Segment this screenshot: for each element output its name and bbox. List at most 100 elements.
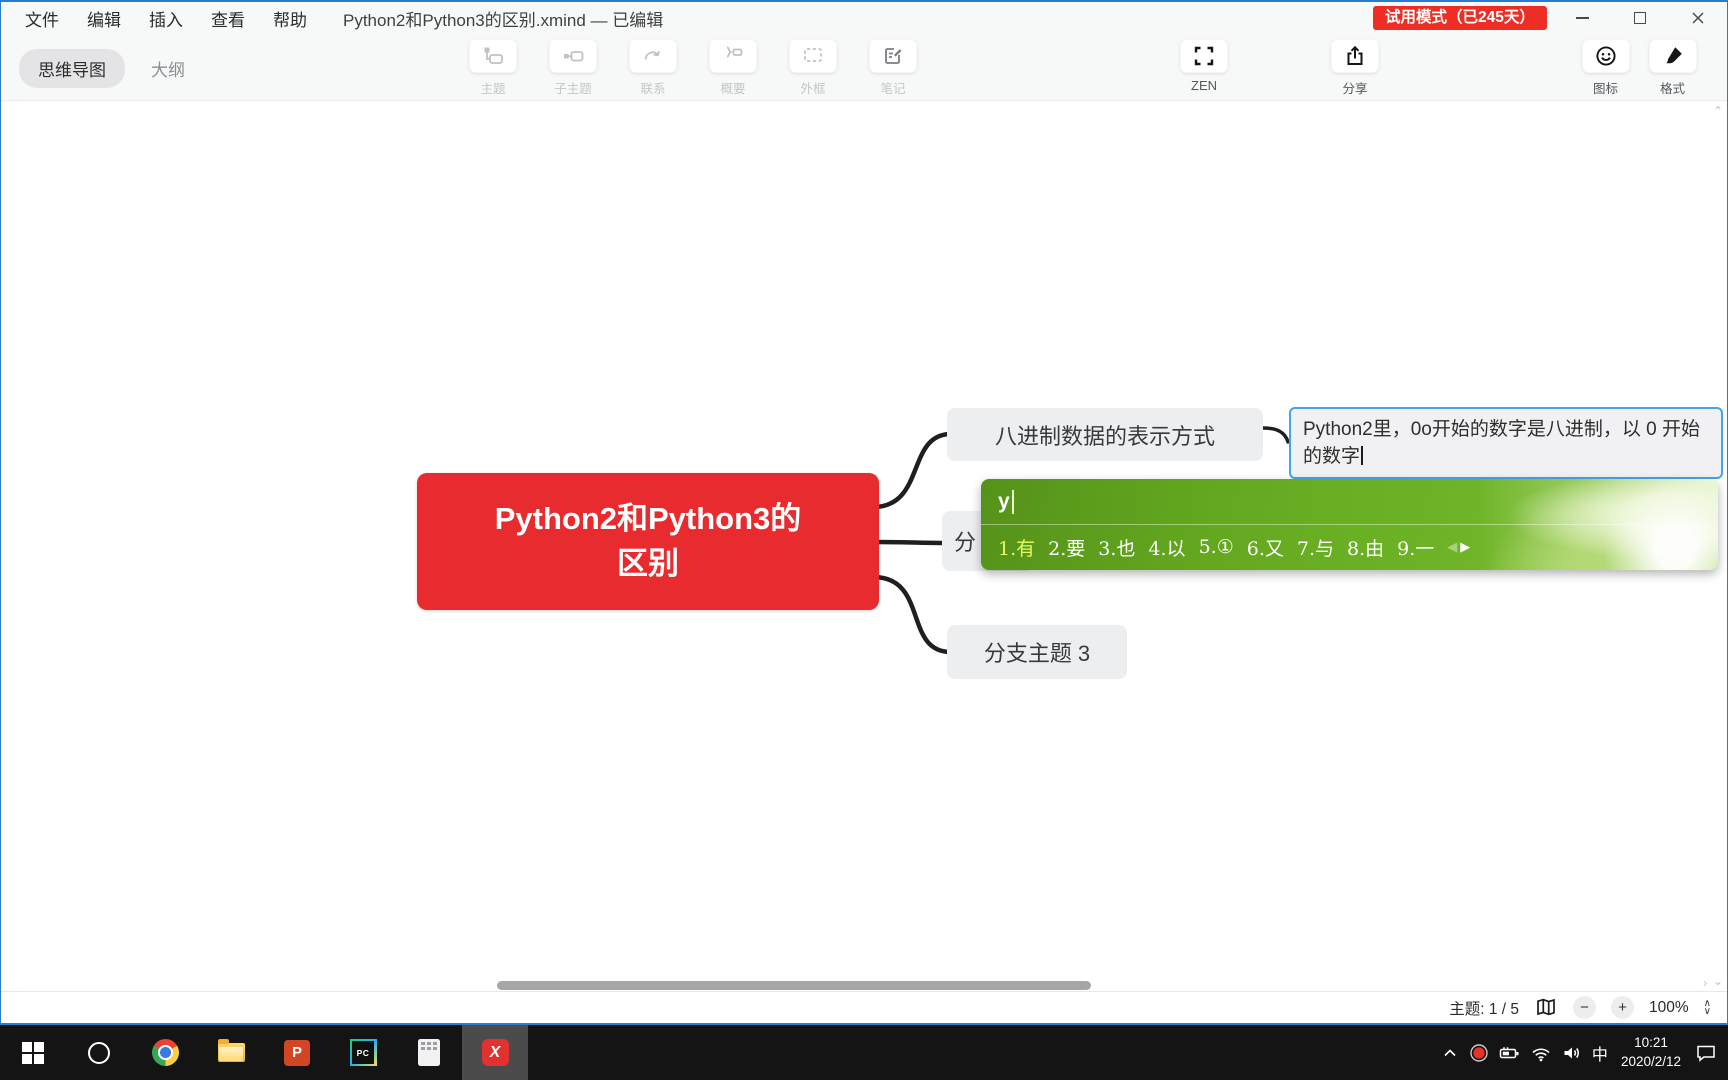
tool-group-panels: 图标 格式 xyxy=(1572,39,1706,97)
ime-candidate-6[interactable]: 6.又 xyxy=(1247,534,1284,561)
tray-battery[interactable] xyxy=(1498,1043,1521,1063)
trial-mode-badge[interactable]: 试用模式（已245天） xyxy=(1373,6,1547,30)
share-button[interactable]: 分享 xyxy=(1315,39,1395,97)
window-controls xyxy=(1553,2,1727,34)
taskbar-clock[interactable]: 10:21 2020/2/12 xyxy=(1617,1034,1685,1070)
zoom-select[interactable]: ∧ ∨ xyxy=(1704,998,1711,1016)
scroll-right-icon[interactable]: › xyxy=(1703,977,1707,989)
minimize-button[interactable] xyxy=(1553,2,1611,34)
format-button[interactable]: 格式 xyxy=(1639,39,1706,97)
map-overview-icon[interactable] xyxy=(1534,996,1558,1020)
cortana-icon xyxy=(88,1041,110,1064)
maximize-button[interactable] xyxy=(1611,2,1669,34)
tray-recorder[interactable] xyxy=(1469,1043,1489,1063)
icon-marker-button[interactable]: 图标 xyxy=(1572,39,1639,97)
scroll-down-icon[interactable]: ⌄ xyxy=(1713,975,1723,987)
zoom-out-button[interactable]: − xyxy=(1573,996,1597,1019)
note-text-line2: 的数字 xyxy=(1303,446,1361,467)
ime-candidate-1[interactable]: 1.有 xyxy=(998,534,1035,561)
relationship-button[interactable]: 联系 xyxy=(613,39,693,97)
menu-insert[interactable]: 插入 xyxy=(135,6,197,31)
action-center-button[interactable] xyxy=(1694,1042,1718,1064)
menu-help[interactable]: 帮助 xyxy=(259,6,321,31)
subtopic-icon xyxy=(564,51,584,62)
tray-show-hidden-icons[interactable] xyxy=(1440,1043,1460,1063)
topic-button[interactable]: 主题 xyxy=(453,39,533,97)
wifi-icon xyxy=(1532,1048,1550,1061)
ime-candidate-4[interactable]: 4.以 xyxy=(1148,534,1185,561)
relationship-icon xyxy=(644,50,660,60)
ime-candidate-3[interactable]: 3.也 xyxy=(1098,534,1135,561)
zen-label: ZEN xyxy=(1191,78,1217,93)
menu-edit[interactable]: 编辑 xyxy=(73,6,135,31)
tray-volume[interactable] xyxy=(1561,1043,1583,1063)
subtopic-button[interactable]: 子主题 xyxy=(533,39,613,97)
scroll-up-icon[interactable]: ⌃ xyxy=(1713,105,1723,117)
branch-3-label: 分支主题 3 xyxy=(983,641,1091,666)
boundary-label: 外框 xyxy=(800,82,826,96)
ime-composition-row: y xyxy=(981,479,1718,524)
branch-topic-3[interactable]: 分支主题 3 xyxy=(947,625,1127,679)
boundary-button[interactable]: 外框 xyxy=(773,39,853,97)
document-title: Python2和Python3的区别.xmind — 已编辑 xyxy=(343,10,664,30)
zen-button[interactable]: ZEN xyxy=(1164,39,1244,93)
notes-button[interactable]: 笔记 xyxy=(853,39,933,97)
ime-next-page-icon[interactable]: ▶ xyxy=(1460,540,1470,555)
edit-caret xyxy=(1361,446,1363,465)
share-label: 分享 xyxy=(1342,82,1368,96)
subtopic-editing[interactable]: Python2里，0o开始的数字是八进制，以 0 开始 的数字 xyxy=(1289,407,1723,479)
branch-octal-label: 八进制数据的表示方式 xyxy=(994,423,1215,449)
topic-label: 主题 xyxy=(480,82,506,96)
ime-composition-text: y xyxy=(998,489,1010,513)
topic-counter: 主题: 1 / 5 xyxy=(1449,1000,1520,1018)
boundary-icon xyxy=(804,48,822,62)
taskbar-xmind-active[interactable]: X xyxy=(462,1025,528,1080)
chevron-up-icon xyxy=(1444,1048,1456,1056)
tool-group-zen: ZEN xyxy=(1164,39,1244,93)
tab-mindmap[interactable]: 思维导图 xyxy=(19,49,125,88)
subtopic-label: 子主题 xyxy=(554,82,592,96)
taskbar-powerpoint[interactable]: P xyxy=(264,1025,330,1080)
ime-candidate-9[interactable]: 9.一 xyxy=(1397,534,1434,561)
ime-candidate-7[interactable]: 7.与 xyxy=(1297,534,1334,561)
start-button[interactable] xyxy=(0,1025,66,1080)
summary-button[interactable]: 概要 xyxy=(693,39,773,97)
ime-candidate-5[interactable]: 5.① xyxy=(1199,536,1234,558)
calculator-icon xyxy=(418,1039,440,1066)
screen: 文件 编辑 插入 查看 帮助 Python2和Python3的区别.xmind … xyxy=(0,0,1728,1080)
note-text-line1: Python2里，0o开始的数字是八进制，以 0 开始 xyxy=(1303,419,1700,440)
menu-view[interactable]: 查看 xyxy=(197,6,259,31)
taskbar-chrome[interactable] xyxy=(132,1025,198,1080)
tray-ime-language[interactable]: 中 xyxy=(1592,1041,1608,1065)
central-topic-line2: 区别 xyxy=(617,545,679,581)
format-label: 格式 xyxy=(1659,82,1685,96)
close-button[interactable] xyxy=(1669,2,1727,34)
ime-prev-page-icon[interactable]: ◀ xyxy=(1447,540,1457,555)
system-tray: 中 10:21 2020/2/12 xyxy=(1440,1025,1718,1080)
ime-candidate-row: 1.有 2.要 3.也 4.以 5.① 6.又 7.与 8.由 9.一 ◀ ▶ xyxy=(981,525,1718,569)
ime-candidate-2[interactable]: 2.要 xyxy=(1048,534,1085,561)
taskbar-file-explorer[interactable] xyxy=(198,1025,264,1080)
notes-label: 笔记 xyxy=(880,82,906,96)
mindmap-canvas[interactable]: Python2和Python3的 区别 八进制数据的表示方式 Python2里，… xyxy=(1,101,1727,991)
close-icon xyxy=(1692,12,1704,24)
ime-candidate-8[interactable]: 8.由 xyxy=(1347,534,1384,561)
central-topic-line1: Python2和Python3的 xyxy=(494,500,802,536)
smiley-icon xyxy=(1595,46,1616,66)
central-topic[interactable]: Python2和Python3的 区别 xyxy=(417,473,879,610)
taskbar-pycharm[interactable]: PC xyxy=(330,1025,396,1080)
zoom-in-button[interactable]: + xyxy=(1611,996,1635,1019)
file-explorer-icon xyxy=(217,1039,245,1062)
record-dot-icon xyxy=(1470,1043,1488,1062)
tool-group-share: 分享 xyxy=(1315,39,1395,97)
statusbar: 主题: 1 / 5 − + 100% ∧ ∨ xyxy=(1,991,1727,1023)
branch-topic-octal[interactable]: 八进制数据的表示方式 xyxy=(947,408,1263,461)
tab-outline[interactable]: 大纲 xyxy=(151,56,185,81)
taskbar-calculator[interactable] xyxy=(396,1025,462,1080)
horizontal-scrollbar-thumb[interactable] xyxy=(497,981,1091,990)
menu-file[interactable]: 文件 xyxy=(11,6,73,31)
pycharm-icon: PC xyxy=(349,1039,377,1066)
icon-marker-label: 图标 xyxy=(1592,82,1618,96)
cortana-button[interactable] xyxy=(66,1025,132,1080)
tray-wifi[interactable] xyxy=(1530,1043,1552,1063)
